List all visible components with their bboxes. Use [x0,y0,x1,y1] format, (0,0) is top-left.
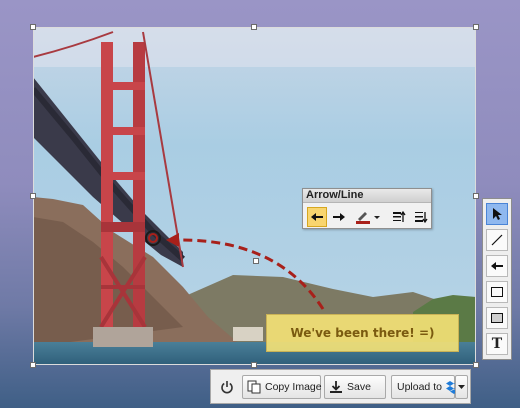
text-note-annotation[interactable]: We've been there! =) [266,314,459,352]
power-icon [221,381,233,394]
upload-button[interactable]: Upload to [391,375,462,399]
thickness-up-button[interactable] [389,207,409,227]
arrow-right-style-button[interactable] [329,207,349,227]
copy-icon [247,380,261,394]
arrow-icon [491,262,503,270]
chevron-down-icon [458,384,465,389]
arrow-handle-start[interactable] [253,258,259,264]
tool-line[interactable] [486,229,508,251]
upload-label: Upload to [397,381,442,393]
action-bar: Copy Image Save Upload to [210,369,471,404]
panel-title: Arrow/Line [303,189,431,203]
resize-handle-right[interactable] [473,193,479,199]
resize-handle-top-right[interactable] [473,24,479,30]
tool-filled-rectangle[interactable] [486,307,508,329]
filled-rectangle-icon [491,313,503,323]
tool-select[interactable] [486,203,508,225]
line-icon [491,234,503,246]
resize-handle-bottom-left[interactable] [30,362,36,368]
resize-handle-bottom-right[interactable] [473,362,479,368]
save-label: Save [347,381,371,393]
arrow-right-icon [333,213,345,221]
resize-handle-top[interactable] [251,24,257,30]
tool-rectangle[interactable] [486,281,508,303]
arrow-line-panel: Arrow/Line [302,188,432,229]
cursor-icon [493,208,502,220]
rectangle-icon [491,287,503,297]
arrow-left-style-button[interactable] [307,207,327,227]
save-button[interactable]: Save [324,375,386,399]
line-color-button[interactable] [353,207,383,227]
save-icon [330,381,342,393]
thickness-up-icon [393,210,406,222]
resize-handle-left[interactable] [30,193,36,199]
arrow-left-icon [311,213,323,221]
resize-handle-top-left[interactable] [30,24,36,30]
tool-text[interactable]: T [486,333,508,355]
upload-dropdown-button[interactable] [455,375,468,399]
thickness-down-icon [415,212,428,224]
copy-image-label: Copy Image [265,381,322,393]
power-button[interactable] [215,375,239,399]
note-text: We've been there! =) [290,326,435,340]
text-icon: T [491,336,503,352]
thickness-down-button[interactable] [411,207,431,227]
copy-image-button[interactable]: Copy Image [242,375,322,399]
color-picker-icon [356,212,380,224]
tool-arrow[interactable] [486,255,508,277]
tool-palette: T [482,198,512,360]
resize-handle-bottom[interactable] [251,362,257,368]
